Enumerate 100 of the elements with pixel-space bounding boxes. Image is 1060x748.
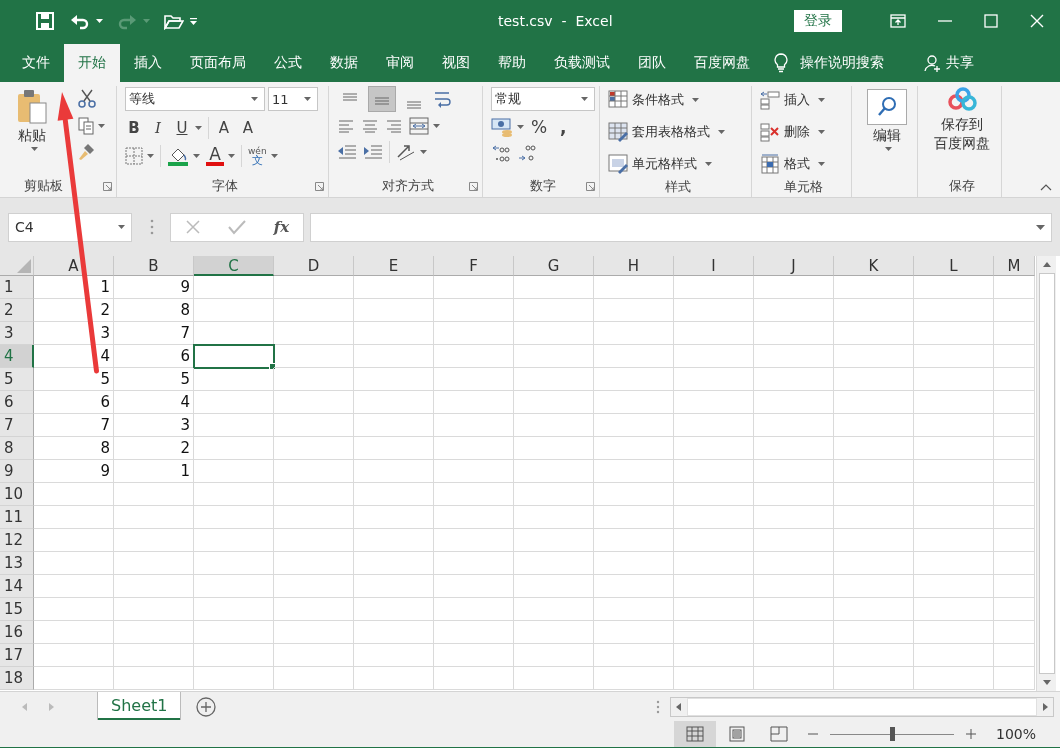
table-cell[interactable] bbox=[194, 529, 274, 552]
table-cell[interactable]: 1 bbox=[114, 460, 194, 483]
table-cell[interactable] bbox=[594, 506, 674, 529]
table-cell[interactable] bbox=[834, 368, 914, 391]
table-cell[interactable] bbox=[514, 575, 594, 598]
table-cell[interactable] bbox=[754, 621, 834, 644]
table-cell[interactable]: 4 bbox=[114, 391, 194, 414]
ribbon-tab[interactable]: 公式 bbox=[260, 44, 316, 82]
table-cell[interactable]: 5 bbox=[114, 368, 194, 391]
table-cell[interactable] bbox=[754, 391, 834, 414]
table-cell[interactable] bbox=[674, 276, 754, 299]
table-cell[interactable] bbox=[194, 598, 274, 621]
caret-icon[interactable] bbox=[818, 98, 825, 102]
table-cell[interactable] bbox=[834, 322, 914, 345]
caret-icon[interactable] bbox=[193, 154, 200, 158]
table-cell[interactable] bbox=[754, 644, 834, 667]
caret-icon[interactable] bbox=[304, 97, 311, 101]
table-cell[interactable] bbox=[274, 322, 354, 345]
percent-button[interactable]: % bbox=[530, 117, 548, 137]
collapse-ribbon-icon[interactable] bbox=[1040, 184, 1052, 191]
table-cell[interactable] bbox=[914, 299, 994, 322]
table-cell[interactable] bbox=[834, 414, 914, 437]
table-cell[interactable] bbox=[674, 575, 754, 598]
table-cell[interactable] bbox=[434, 276, 514, 299]
table-cell[interactable] bbox=[754, 506, 834, 529]
table-cell[interactable]: 7 bbox=[34, 414, 114, 437]
active-cell[interactable] bbox=[194, 345, 274, 368]
table-cell[interactable] bbox=[914, 506, 994, 529]
table-cell[interactable] bbox=[274, 529, 354, 552]
table-cell[interactable] bbox=[514, 552, 594, 575]
table-cell[interactable]: 8 bbox=[34, 437, 114, 460]
scroll-right-icon[interactable] bbox=[1043, 702, 1048, 711]
table-cell[interactable] bbox=[594, 460, 674, 483]
caret-icon[interactable] bbox=[705, 162, 712, 166]
table-cell[interactable] bbox=[434, 368, 514, 391]
column-header[interactable]: M bbox=[994, 256, 1035, 276]
table-cell[interactable] bbox=[594, 667, 674, 690]
select-all-icon[interactable] bbox=[17, 259, 31, 273]
table-cell[interactable] bbox=[274, 575, 354, 598]
table-cell[interactable] bbox=[994, 529, 1035, 552]
table-cell[interactable] bbox=[34, 529, 114, 552]
row-header[interactable]: 9 bbox=[0, 460, 34, 483]
table-cell[interactable] bbox=[754, 667, 834, 690]
caret-icon[interactable] bbox=[692, 98, 699, 102]
phonetic-guide-button[interactable]: wén 文 bbox=[248, 146, 267, 166]
table-cell[interactable] bbox=[354, 368, 434, 391]
table-cell[interactable]: 1 bbox=[34, 276, 114, 299]
table-cell[interactable] bbox=[834, 345, 914, 368]
caret-icon[interactable] bbox=[433, 124, 440, 128]
table-cell[interactable] bbox=[994, 414, 1035, 437]
table-cell[interactable] bbox=[114, 529, 194, 552]
table-cell[interactable] bbox=[354, 667, 434, 690]
number-format-field[interactable]: 常规 bbox=[491, 87, 595, 111]
check-icon[interactable] bbox=[228, 219, 247, 235]
table-cell[interactable] bbox=[194, 483, 274, 506]
table-cell[interactable] bbox=[434, 598, 514, 621]
align-right-icon[interactable] bbox=[385, 119, 403, 133]
row-header[interactable]: 16 bbox=[0, 621, 34, 644]
table-cell[interactable] bbox=[674, 506, 754, 529]
row-header[interactable]: 4 bbox=[0, 345, 34, 368]
column-header[interactable]: H bbox=[594, 256, 674, 276]
column-header[interactable]: J bbox=[754, 256, 834, 276]
table-cell[interactable] bbox=[34, 644, 114, 667]
table-cell[interactable] bbox=[674, 621, 754, 644]
insert-function-button[interactable]: fx bbox=[273, 218, 290, 236]
ribbon-tab[interactable]: 页面布局 bbox=[176, 44, 260, 82]
table-cell[interactable] bbox=[754, 345, 834, 368]
row-header[interactable]: 5 bbox=[0, 368, 34, 391]
table-cell[interactable] bbox=[594, 529, 674, 552]
caret-icon[interactable] bbox=[147, 154, 154, 158]
table-cell[interactable] bbox=[354, 460, 434, 483]
table-cell[interactable]: 7 bbox=[114, 322, 194, 345]
table-cell[interactable] bbox=[514, 529, 594, 552]
table-cell[interactable] bbox=[994, 552, 1035, 575]
table-cell[interactable] bbox=[354, 575, 434, 598]
caret-icon[interactable] bbox=[818, 162, 825, 166]
table-cell[interactable] bbox=[594, 598, 674, 621]
ribbon-tab[interactable]: 文件 bbox=[8, 44, 64, 82]
scroll-left-icon[interactable] bbox=[676, 702, 681, 711]
table-cell[interactable] bbox=[834, 644, 914, 667]
row-header[interactable]: 2 bbox=[0, 299, 34, 322]
table-cell[interactable] bbox=[274, 414, 354, 437]
table-cell[interactable] bbox=[914, 460, 994, 483]
table-cell[interactable] bbox=[994, 506, 1035, 529]
caret-icon[interactable] bbox=[228, 154, 235, 158]
table-cell[interactable] bbox=[754, 552, 834, 575]
table-cell[interactable] bbox=[434, 460, 514, 483]
row-header[interactable]: 15 bbox=[0, 598, 34, 621]
table-cell[interactable] bbox=[514, 322, 594, 345]
save-to-cloud-button[interactable]: 保存到 百度网盘 bbox=[933, 87, 990, 153]
table-cell[interactable] bbox=[34, 667, 114, 690]
table-cell[interactable] bbox=[194, 299, 274, 322]
table-cell[interactable] bbox=[914, 437, 994, 460]
table-cell[interactable]: 6 bbox=[34, 391, 114, 414]
table-cell[interactable] bbox=[754, 299, 834, 322]
table-cell[interactable] bbox=[514, 345, 594, 368]
table-cell[interactable] bbox=[594, 322, 674, 345]
table-cell[interactable] bbox=[194, 621, 274, 644]
caret-icon[interactable] bbox=[118, 225, 125, 229]
table-cell[interactable] bbox=[514, 621, 594, 644]
